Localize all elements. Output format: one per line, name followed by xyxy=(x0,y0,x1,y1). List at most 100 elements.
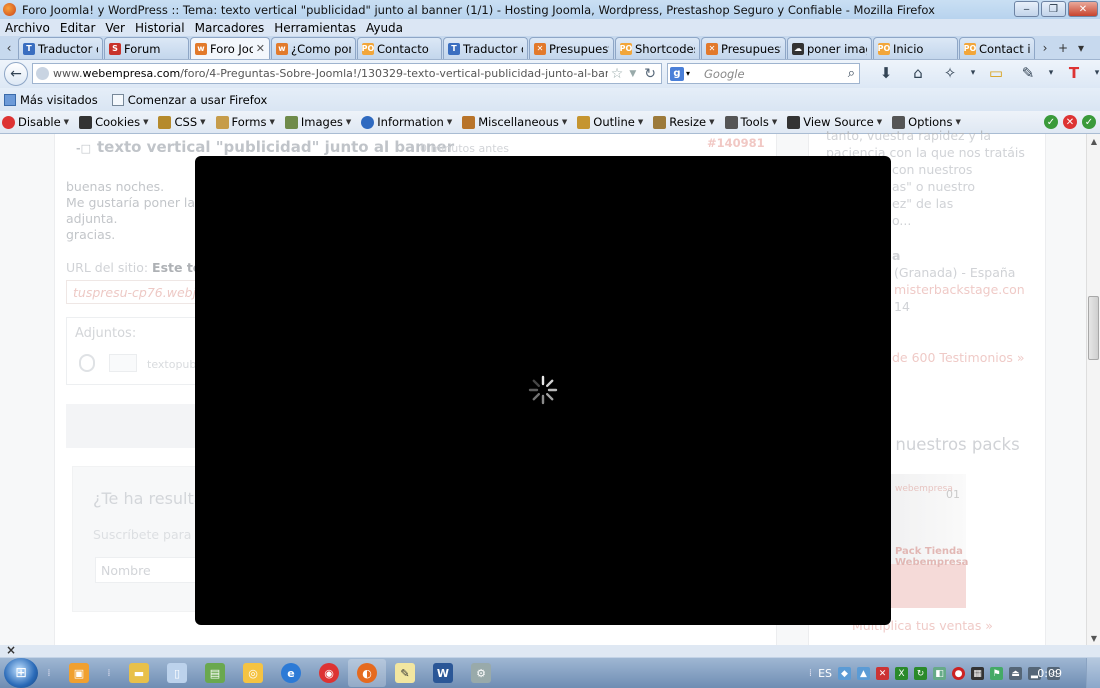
wd-options[interactable]: Options ▼ xyxy=(892,115,961,129)
home-icon[interactable]: ⌂ xyxy=(902,64,934,82)
tab-foro-joomla[interactable]: wForo Joo...✕ xyxy=(190,37,270,59)
show-desktop-button[interactable] xyxy=(1086,658,1100,688)
tray-app-icon[interactable]: ▲ xyxy=(857,667,870,680)
tray-app-icon[interactable]: ↻ xyxy=(914,667,927,680)
taskbar-app[interactable]: ▬ xyxy=(120,659,158,687)
menu-herramientas[interactable]: Herramientas xyxy=(269,21,361,35)
validation-error-icon[interactable]: ✕ xyxy=(1063,115,1077,129)
close-bar-icon[interactable]: × xyxy=(6,643,16,657)
dropdown-icon: ▼ xyxy=(143,118,149,126)
tab-como-poner[interactable]: w¿Como pon... xyxy=(271,37,356,59)
validation-ok-2-icon[interactable]: ✓ xyxy=(1082,115,1096,129)
url-prefix: www. xyxy=(53,67,83,80)
google-engine-icon[interactable]: g xyxy=(670,66,684,81)
tray-app-icon[interactable]: ▦ xyxy=(971,667,984,680)
search-bar[interactable]: g ▾ Google ⌕ xyxy=(667,63,860,84)
tab-list-icon[interactable]: ▾ xyxy=(1072,37,1090,59)
menu-ver[interactable]: Ver xyxy=(100,21,130,35)
search-icon[interactable]: ⌕ xyxy=(848,66,855,81)
tab-scroll-left-icon[interactable]: ‹ xyxy=(0,37,18,59)
wd-information[interactable]: Information ▼ xyxy=(361,115,452,129)
taskbar-app[interactable]: ▣ xyxy=(60,659,98,687)
tab-contact-item[interactable]: POContact item xyxy=(959,37,1035,59)
url-text[interactable]: www.webempresa.com/foro/4-Preguntas-Sobr… xyxy=(53,67,608,80)
menu-editar[interactable]: Editar xyxy=(55,21,101,35)
tab-scroll-right-icon[interactable]: › xyxy=(1036,37,1054,59)
tray-pdf-icon[interactable]: ✕ xyxy=(876,667,889,680)
tab-close-icon[interactable]: ✕ xyxy=(256,42,265,55)
site-identity-icon[interactable] xyxy=(36,67,49,80)
taskbar-app[interactable]: ⚙ xyxy=(462,659,500,687)
vertical-scrollbar[interactable]: ▲ ▼ xyxy=(1086,134,1100,645)
tray-shield-icon[interactable]: ◧ xyxy=(933,667,946,680)
dropdown-icon: ▼ xyxy=(345,118,352,126)
new-tab-icon[interactable]: + xyxy=(1054,37,1072,59)
minimize-button[interactable]: ‒ xyxy=(1014,1,1039,17)
wd-disable[interactable]: Disable ▼ xyxy=(2,115,69,129)
history-dropdown-icon[interactable]: ▼ xyxy=(629,69,636,79)
back-arrow-icon[interactable]: ← xyxy=(4,62,28,86)
url-bar[interactable]: www.webempresa.com/foro/4-Preguntas-Sobr… xyxy=(32,63,662,84)
tab-presupuesto-1[interactable]: ✕Presupuest... xyxy=(529,37,614,59)
tab-poner-imagen[interactable]: ☁poner imag... xyxy=(787,37,872,59)
taskbar-app[interactable]: e xyxy=(272,659,310,687)
engine-dropdown-icon[interactable]: ▾ xyxy=(686,69,690,78)
taskbar-app[interactable]: ◉ xyxy=(310,659,348,687)
tray-flag-icon[interactable]: ⚑ xyxy=(990,667,1003,680)
menu-marcadores[interactable]: Marcadores xyxy=(190,21,270,35)
wd-tools[interactable]: Tools ▼ xyxy=(724,115,777,129)
wd-images[interactable]: Images ▼ xyxy=(284,115,352,129)
tab-forum[interactable]: S Forum xyxy=(104,37,189,59)
wd-view-source[interactable]: View Source ▼ xyxy=(787,115,882,129)
taskbar-clock[interactable]: 0:09 xyxy=(1037,667,1062,680)
addon-icon[interactable]: ✧ xyxy=(934,64,966,82)
tools-dropdown-icon[interactable]: ▾ xyxy=(1044,68,1058,78)
menu-archivo[interactable]: Archivo xyxy=(0,21,55,35)
start-button[interactable]: ⊞ xyxy=(4,658,38,688)
validation-ok-icon[interactable]: ✓ xyxy=(1044,115,1058,129)
taskbar-app[interactable]: W xyxy=(424,659,462,687)
tools-icon[interactable]: ✎ xyxy=(1012,64,1044,82)
tray-network-icon[interactable]: ◆ xyxy=(838,667,851,680)
tab-presupuesto-2[interactable]: ✕Presupuest... xyxy=(701,37,786,59)
maximize-button[interactable]: ❐ xyxy=(1041,1,1066,17)
menu-ayuda[interactable]: Ayuda xyxy=(361,21,408,35)
tab-traductor-1[interactable]: TTraductor d... xyxy=(18,37,103,59)
taskbar-app[interactable]: ✎ xyxy=(386,659,424,687)
taskbar-app[interactable]: ▤ xyxy=(196,659,234,687)
loading-spinner-icon xyxy=(528,375,558,405)
wd-miscellaneous[interactable]: Miscellaneous ▼ xyxy=(462,115,567,129)
translate-t-icon[interactable]: T xyxy=(1058,64,1090,82)
wd-outline[interactable]: Outline ▼ xyxy=(577,115,643,129)
reload-icon[interactable]: ↻ xyxy=(644,66,656,82)
menu-historial[interactable]: Historial xyxy=(130,21,190,35)
language-indicator[interactable]: ES xyxy=(818,667,832,680)
tray-usb-icon[interactable]: ⏏ xyxy=(1009,667,1022,680)
tray-antivirus-icon[interactable]: ● xyxy=(952,667,965,680)
bookmark-star-icon[interactable]: ☆ xyxy=(611,66,624,82)
scroll-down-icon[interactable]: ▼ xyxy=(1087,631,1100,645)
tab-contacto[interactable]: PO Contacto xyxy=(357,37,442,59)
taskbar-app-firefox[interactable]: ◐ xyxy=(348,659,386,687)
tray-excel-icon[interactable]: X xyxy=(895,667,908,680)
wd-cookies[interactable]: Cookies ▼ xyxy=(79,115,148,129)
bookmark-mas-visitados[interactable]: Más visitados xyxy=(4,93,98,107)
tab-inicio[interactable]: PO Inicio xyxy=(873,37,958,59)
card-icon[interactable]: ▭ xyxy=(980,64,1012,82)
close-window-button[interactable]: ✕ xyxy=(1068,1,1098,17)
taskbar-app[interactable]: ▯ xyxy=(158,659,196,687)
bookmark-comenzar-firefox[interactable]: Comenzar a usar Firefox xyxy=(111,93,267,107)
dropdown-icon: ▼ xyxy=(955,118,961,126)
scroll-up-icon[interactable]: ▲ xyxy=(1087,134,1100,148)
tab-traductor-2[interactable]: TTraductor d... xyxy=(443,37,528,59)
tab-shortcodes[interactable]: PO Shortcodes xyxy=(615,37,700,59)
scrollbar-thumb[interactable] xyxy=(1088,296,1099,360)
search-placeholder[interactable]: Google xyxy=(704,67,848,81)
translate-dropdown-icon[interactable]: ▾ xyxy=(1090,68,1100,78)
wd-forms[interactable]: Forms ▼ xyxy=(215,115,275,129)
download-icon[interactable]: ⬇ xyxy=(870,64,902,82)
taskbar-app[interactable]: ◎ xyxy=(234,659,272,687)
wd-css[interactable]: CSS ▼ xyxy=(158,115,206,129)
addon-dropdown-icon[interactable]: ▾ xyxy=(966,68,980,78)
wd-resize[interactable]: Resize ▼ xyxy=(653,115,715,129)
